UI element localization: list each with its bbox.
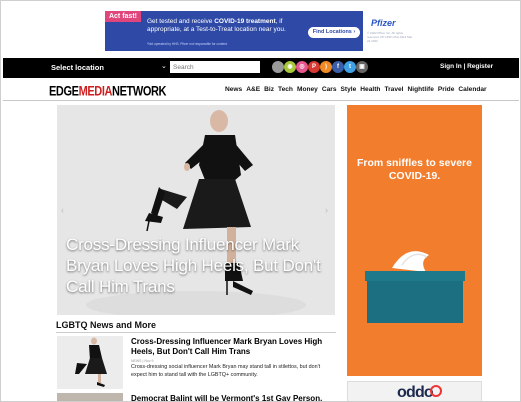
article-thumbnail[interactable] bbox=[57, 393, 123, 401]
article-title[interactable]: Cross-Dressing Influencer Mark Bryan Lov… bbox=[131, 337, 331, 356]
nav-item-biz[interactable]: Biz bbox=[264, 86, 274, 93]
hero-prev-icon[interactable]: ‹ bbox=[61, 205, 64, 215]
ad-flag: Act fast! bbox=[105, 11, 141, 22]
pfizer-fine-print: © 2022 Pfizer Inc. All rights reserved. … bbox=[367, 31, 413, 43]
ad-message: Get tested and receive COVID-19 treatmen… bbox=[147, 18, 286, 33]
dribbble-icon[interactable]: ◎ bbox=[296, 61, 308, 73]
location-select[interactable]: Select location bbox=[51, 63, 104, 72]
nav-item-pride[interactable]: Pride bbox=[438, 86, 455, 93]
top-utility-bar: Select location ⌄ ◉ ◎ P ) f t ▣ Sign In … bbox=[3, 58, 519, 78]
search-input[interactable] bbox=[170, 61, 260, 73]
nav-item-ae[interactable]: A&E bbox=[246, 86, 260, 93]
section-title: LGBTQ News and More bbox=[56, 320, 157, 330]
article-thumb-photo bbox=[57, 336, 123, 389]
nav-item-news[interactable]: News bbox=[225, 86, 242, 93]
tissue-box-icon bbox=[365, 251, 465, 323]
android-icon[interactable]: ◉ bbox=[284, 61, 296, 73]
instagram-icon[interactable]: ▣ bbox=[356, 61, 368, 73]
article-description: Cross-dressing social influencer Mark Br… bbox=[131, 364, 321, 378]
rss-icon[interactable]: ) bbox=[320, 61, 332, 73]
nav-item-money[interactable]: Money bbox=[297, 86, 318, 93]
twitter-icon[interactable]: t bbox=[344, 61, 356, 73]
nav-item-travel[interactable]: Travel bbox=[384, 86, 403, 93]
article-meta: NEWS | Nov 9 bbox=[131, 359, 154, 363]
article-title[interactable]: Democrat Balint will be Vermont's 1st Ga… bbox=[131, 394, 341, 401]
chevron-down-icon[interactable]: ⌄ bbox=[161, 62, 167, 70]
find-locations-button[interactable]: Find Locations › bbox=[308, 27, 360, 38]
nav-item-nightlife[interactable]: Nightlife bbox=[408, 86, 434, 93]
article-thumbnail[interactable] bbox=[57, 336, 123, 389]
right-ad[interactable]: From sniffles to severe COVID-19. bbox=[347, 105, 482, 376]
oddo-logo: oddo bbox=[397, 384, 434, 401]
nav-divider bbox=[3, 100, 519, 101]
pfizer-logo: Pfizer bbox=[371, 18, 396, 28]
section-divider bbox=[56, 332, 336, 333]
site-logo[interactable]: EDGEMEDIANETWORK bbox=[49, 84, 166, 99]
facebook-icon[interactable]: f bbox=[332, 61, 344, 73]
magnifier-icon bbox=[430, 385, 442, 397]
nav-item-style[interactable]: Style bbox=[341, 86, 357, 93]
sign-in-register-link[interactable]: Sign In | Register bbox=[440, 63, 493, 70]
main-nav: News A&E Biz Tech Money Cars Style Health Travel… bbox=[225, 86, 491, 93]
second-ad[interactable]: oddo bbox=[347, 381, 482, 401]
nav-item-cars[interactable]: Cars bbox=[322, 86, 337, 93]
hero-next-icon[interactable]: › bbox=[325, 205, 328, 215]
top-ad-banner[interactable]: Act fast! Get tested and receive COVID-1… bbox=[105, 11, 417, 51]
hero-slide[interactable]: ‹ › Cross-Dressing Influencer Mark Bryan… bbox=[57, 105, 335, 315]
page: Act fast! Get tested and receive COVID-1… bbox=[0, 0, 521, 402]
nav-item-health[interactable]: Health bbox=[360, 86, 380, 93]
pfizer-logo-box: Pfizer © 2022 Pfizer Inc. All rights res… bbox=[363, 11, 417, 51]
ad-fine-print: *Not operated by HHS. Pfizer not respons… bbox=[147, 42, 228, 46]
hero-caption[interactable]: Cross-Dressing Influencer Mark Bryan Lov… bbox=[66, 234, 324, 297]
apple-icon[interactable] bbox=[272, 61, 284, 73]
nav-item-tech[interactable]: Tech bbox=[278, 86, 293, 93]
pinterest-icon[interactable]: P bbox=[308, 61, 320, 73]
nav-item-calendar[interactable]: Calendar bbox=[458, 86, 486, 93]
